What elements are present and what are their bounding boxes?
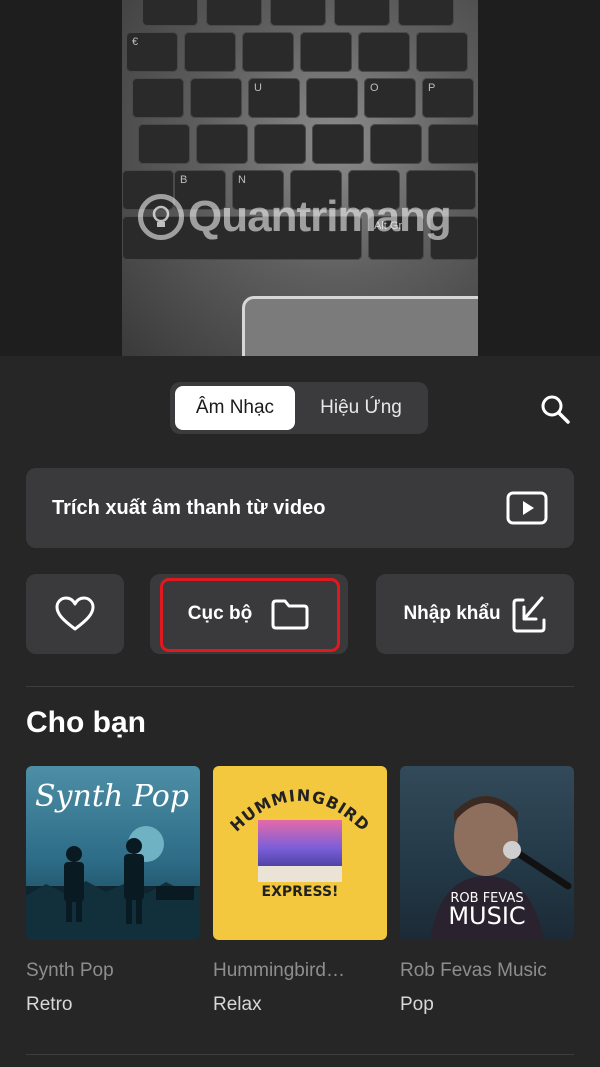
keyboard-photo: € U O P B N Alt Gr (122, 0, 478, 356)
album-title: Synth Pop (26, 960, 114, 981)
watermark: Quantrimang (138, 192, 452, 242)
extract-audio-button[interactable]: Trích xuất âm thanh từ video (26, 468, 574, 548)
album-genre: Pop (400, 994, 434, 1015)
cover-title-bottom: MUSIC (448, 902, 525, 930)
album-genre: Relax (213, 994, 262, 1015)
divider (26, 1054, 574, 1055)
heart-icon (55, 596, 95, 631)
video-preview: € U O P B N Alt Gr Quantrimang (0, 0, 600, 356)
import-label: Nhập khẩu (403, 603, 501, 624)
album-card[interactable]: ROB FEVAS MUSIC Rob Fevas Music Pop (400, 766, 574, 1016)
watermark-text: Quantrimang (188, 192, 452, 241)
cover-title-bottom: EXPRESS! (262, 884, 339, 900)
section-title: Cho bạn (26, 706, 146, 739)
album-cover: Synth Pop (26, 766, 200, 940)
highlight-box (160, 578, 340, 652)
trackpad (242, 296, 478, 356)
album-title: Hummingbird… (213, 960, 345, 981)
key-u: U (248, 78, 300, 118)
key-euro: € (126, 32, 178, 72)
favorites-button[interactable] (26, 574, 124, 654)
play-square-icon (506, 491, 548, 525)
lightbulb-icon (138, 194, 184, 240)
import-icon (512, 596, 546, 633)
key-p: P (422, 78, 474, 118)
key-o: O (364, 78, 416, 118)
tab-effects[interactable]: Hiệu Ứng (298, 386, 424, 430)
album-cover: HUMMINGBIRD EXPRESS! (213, 766, 387, 940)
album-card[interactable]: Synth Pop Synth Pop Retro (26, 766, 200, 1016)
import-button[interactable]: Nhập khẩu (376, 574, 574, 654)
album-cover: ROB FEVAS MUSIC (400, 766, 574, 940)
tab-switcher: Âm Nhạc Hiệu Ứng (170, 382, 428, 434)
album-title: Rob Fevas Music (400, 960, 547, 981)
search-icon (541, 395, 570, 424)
cover-title: Synth Pop (35, 779, 189, 814)
extract-audio-label: Trích xuất âm thanh từ video (52, 496, 326, 519)
album-card[interactable]: HUMMINGBIRD EXPRESS! Hummingbird… Relax (213, 766, 387, 1016)
video-frame[interactable]: € U O P B N Alt Gr Quantrimang (122, 0, 478, 356)
search-button[interactable] (536, 390, 574, 428)
divider (26, 686, 574, 687)
album-genre: Retro (26, 994, 73, 1015)
tab-music[interactable]: Âm Nhạc (175, 386, 295, 430)
